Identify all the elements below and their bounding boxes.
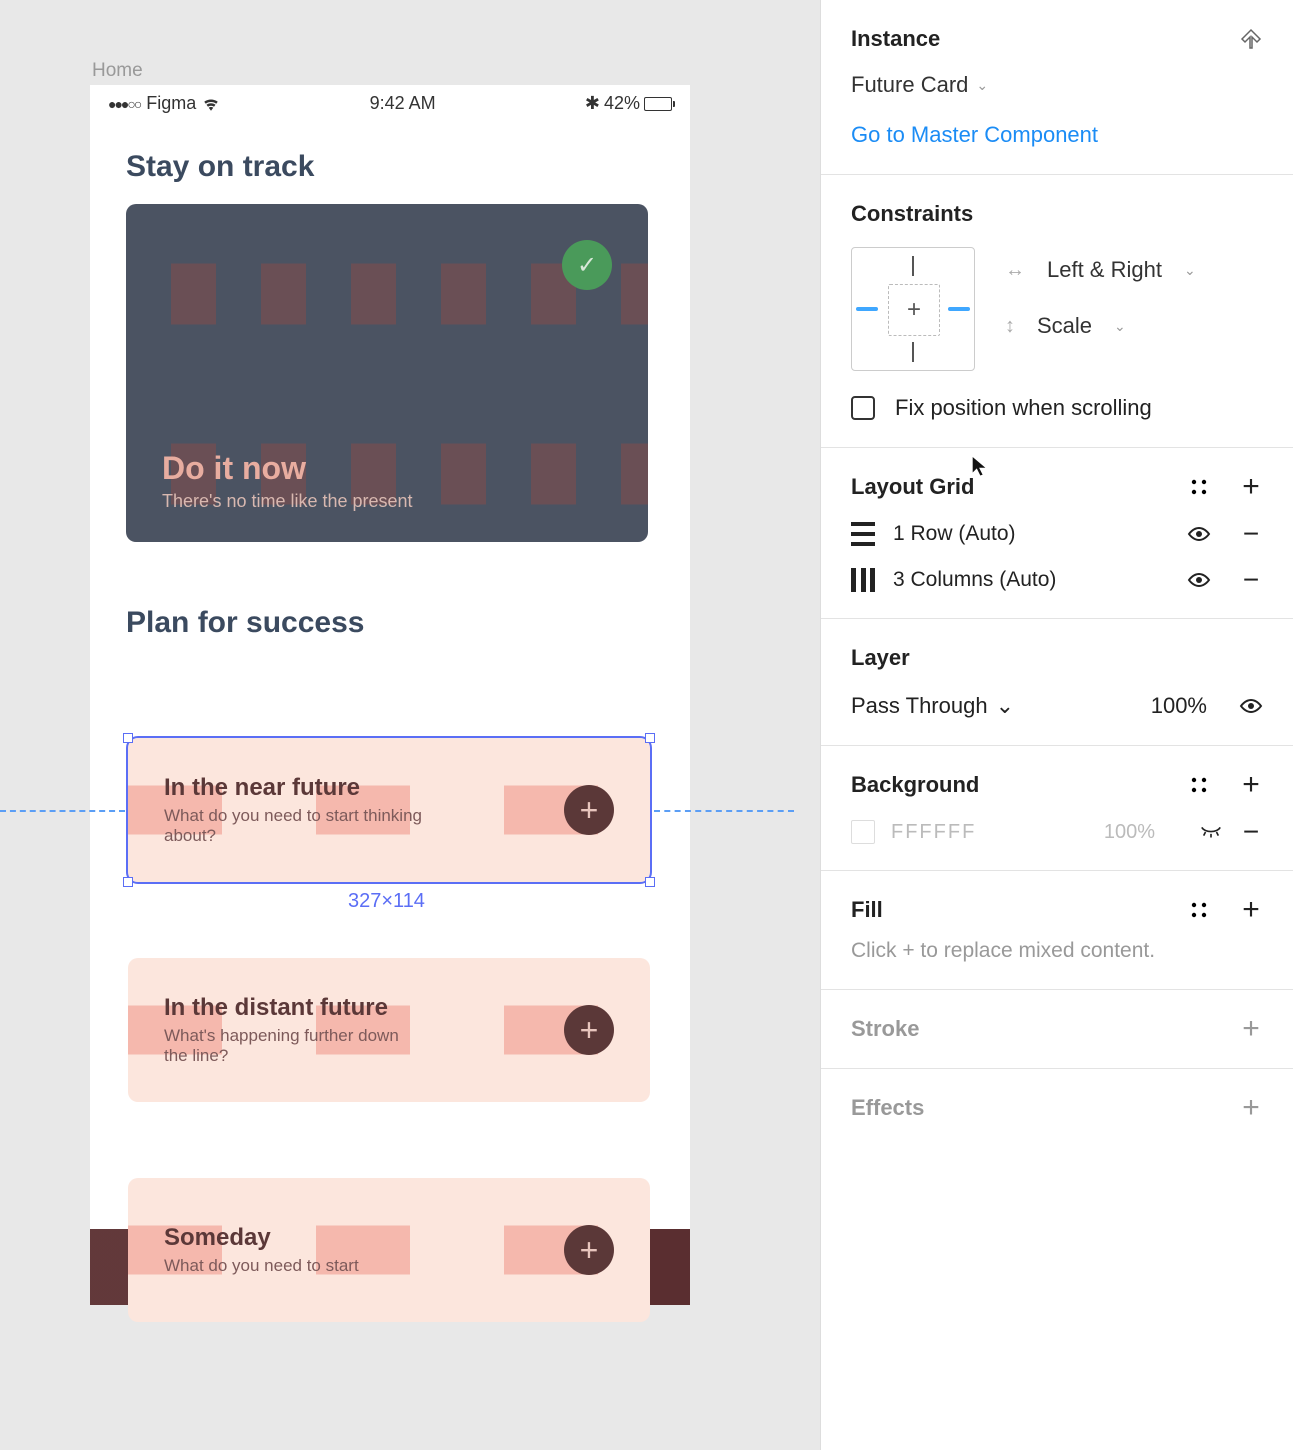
signal-dots-icon: ●●●○○ [108,96,140,112]
grid-row-label: 3 Columns (Auto) [893,568,1169,592]
future-card-subtitle: What's happening further down the line? [164,1026,424,1066]
layer-opacity-input[interactable]: 100% [1127,693,1207,719]
future-card-title: In the distant future [164,994,564,1022]
add-fill-icon[interactable]: + [1239,898,1263,922]
horizontal-constraint-select[interactable]: ↔ Left & Right ⌄ [1005,257,1196,283]
background-color-swatch[interactable] [851,820,875,844]
visibility-toggle-icon[interactable] [1187,568,1211,592]
properties-panel: Instance Future Card ⌄ Go to Master Comp… [820,0,1293,1450]
constraints-section: Constraints + ↔ Left & Right ⌄ ↕ Scale ⌄ [821,175,1293,448]
section-track-title: Stay on track [126,150,654,184]
big-card-title: Do it now [162,450,413,487]
fill-title: Fill [851,897,883,923]
remove-grid-icon[interactable]: − [1239,568,1263,592]
visibility-toggle-icon[interactable] [1187,522,1211,546]
chevron-down-icon: ⌄ [1184,262,1196,279]
background-hex-input[interactable]: FFFFFF [891,821,1088,844]
fill-mixed-hint: Click + to replace mixed content. [851,939,1263,963]
grid-row-item[interactable]: 3 Columns (Auto) − [851,568,1263,592]
add-grid-icon[interactable]: + [1239,475,1263,499]
go-to-master-link[interactable]: Go to Master Component [851,122,1098,148]
clock-label: 9:42 AM [220,93,585,114]
background-title: Background [851,772,979,798]
future-card-distant[interactable]: In the distant future What's happening f… [128,958,650,1102]
battery-icon [644,97,672,111]
big-card-subtitle: There's no time like the present [162,491,413,512]
stroke-title: Stroke [851,1016,919,1042]
do-it-now-card[interactable]: ✓ Do it now There's no time like the pre… [126,204,648,542]
instance-swap-dropdown[interactable]: Future Card ⌄ [851,72,1263,98]
add-icon[interactable]: + [564,1225,614,1275]
layout-grid-section: Layout Grid + 1 Row (Auto) − 3 Columns (… [821,448,1293,619]
layer-title: Layer [851,645,1263,671]
effects-title: Effects [851,1095,924,1121]
alignment-guide [0,810,125,812]
bluetooth-icon: ✱ [585,93,600,114]
layout-grid-title: Layout Grid [851,474,974,500]
selection-dimensions: 327×114 [348,890,425,913]
blend-mode-select[interactable]: Pass Through ⌄ [851,693,1115,719]
add-background-icon[interactable]: + [1239,773,1263,797]
section-plan-title: Plan for success [126,606,654,640]
background-visibility-icon[interactable] [1199,820,1223,844]
future-card-subtitle: What do you need to start thinking about… [164,806,424,846]
grid-row-label: 1 Row (Auto) [893,522,1169,546]
remove-background-icon[interactable]: − [1239,820,1263,844]
alignment-guide [654,810,794,812]
chevron-down-icon: ⌄ [976,77,988,94]
fix-position-checkbox[interactable] [851,396,875,420]
grid-row-item[interactable]: 1 Row (Auto) − [851,522,1263,546]
background-opacity-input[interactable]: 100% [1104,821,1155,844]
vertical-arrow-icon: ↕ [1005,315,1015,338]
future-card-title: Someday [164,1224,564,1252]
fix-position-label: Fix position when scrolling [895,395,1152,421]
add-icon[interactable]: + [564,1005,614,1055]
future-card-near[interactable]: In the near future What do you need to s… [128,738,650,882]
selection-handle[interactable] [123,733,133,743]
add-icon[interactable]: + [564,785,614,835]
layer-section: Layer Pass Through ⌄ 100% [821,619,1293,746]
fill-styles-icon[interactable] [1187,898,1211,922]
future-card-title: In the near future [164,774,564,802]
chevron-down-icon: ⌄ [996,693,1014,719]
constraints-widget[interactable]: + [851,247,975,371]
layer-visibility-icon[interactable] [1239,694,1263,718]
chevron-down-icon: ⌄ [1114,318,1126,335]
instance-title: Instance [851,26,940,52]
add-stroke-icon[interactable]: + [1239,1017,1263,1041]
canvas-area[interactable]: Home ●●●○○ Figma 9:42 AM ✱ 42% Stay on t… [0,0,820,1450]
selection-handle[interactable] [645,877,655,887]
battery-label: 42% [604,93,640,114]
horizontal-constraint-value: Left & Right [1047,257,1162,283]
instance-section: Instance Future Card ⌄ Go to Master Comp… [821,0,1293,175]
carrier-label: Figma [146,93,196,114]
instance-name: Future Card [851,72,968,98]
remove-grid-icon[interactable]: − [1239,522,1263,546]
constraints-title: Constraints [851,201,1263,227]
grid-styles-icon[interactable] [1187,475,1211,499]
selection-handle[interactable] [645,733,655,743]
fill-section: Fill + Click + to replace mixed content. [821,871,1293,990]
vertical-constraint-value: Scale [1037,313,1092,339]
blend-mode-value: Pass Through [851,693,988,719]
add-effect-icon[interactable]: + [1239,1096,1263,1120]
rows-icon [851,522,875,546]
background-section: Background + FFFFFF 100% − [821,746,1293,871]
frame-label[interactable]: Home [92,60,143,82]
selection-handle[interactable] [123,877,133,887]
columns-icon [851,568,875,592]
horizontal-arrow-icon: ↔ [1005,259,1025,282]
stroke-section: Stroke + [821,990,1293,1069]
reset-overrides-icon[interactable] [1239,27,1263,51]
status-bar: ●●●○○ Figma 9:42 AM ✱ 42% [90,85,690,114]
check-icon[interactable]: ✓ [562,240,612,290]
future-card-someday[interactable]: Someday What do you need to start + [128,1178,650,1322]
vertical-constraint-select[interactable]: ↕ Scale ⌄ [1005,313,1196,339]
future-card-subtitle: What do you need to start [164,1256,424,1276]
background-styles-icon[interactable] [1187,773,1211,797]
effects-section: Effects + [821,1069,1293,1147]
phone-frame[interactable]: ●●●○○ Figma 9:42 AM ✱ 42% Stay on track … [90,85,690,1305]
wifi-icon [202,97,220,111]
